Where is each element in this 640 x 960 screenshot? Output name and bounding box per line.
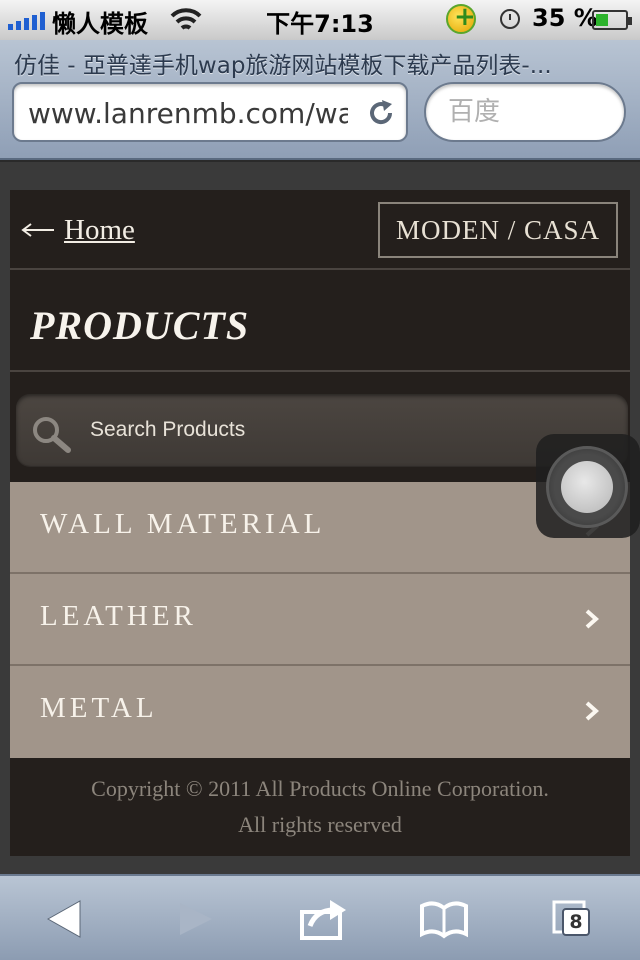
search-icon xyxy=(33,417,71,453)
arrow-left-icon xyxy=(21,223,54,237)
category-label: METAL xyxy=(40,692,158,724)
bookmarks-icon[interactable] xyxy=(416,896,472,942)
title-bar: PRODUCTS xyxy=(10,272,630,372)
address-bar[interactable]: www.lanrenmb.com/wap xyxy=(12,82,408,142)
browser-page-title: 仿佳 - 亞普達手机wap旅游网站模板下载产品列表-... xyxy=(14,53,552,78)
category-item-leather[interactable]: LEATHER xyxy=(10,574,630,666)
assistive-touch-button[interactable] xyxy=(536,434,640,538)
browser-toolbar: 8 xyxy=(0,874,640,960)
category-label: LEATHER xyxy=(40,600,197,632)
browser-chrome: 仿佳 - 亞普達手机wap旅游网站模板下载产品列表-... www.lanren… xyxy=(0,40,640,160)
back-arrow-icon[interactable] xyxy=(38,896,94,942)
page-title: PRODUCTS xyxy=(30,303,250,348)
category-label: WALL MATERIAL xyxy=(40,508,326,540)
brand-logo: MODEN / CASA xyxy=(378,202,618,258)
status-bar: 懒人模板 下午7:13 35 % xyxy=(0,0,640,40)
home-link-label: Home xyxy=(64,213,135,246)
site-header: Home MODEN / CASA xyxy=(10,190,630,270)
assistive-touch-knob xyxy=(561,461,613,513)
browser-search-field[interactable] xyxy=(424,82,626,142)
alarm-clock-icon xyxy=(500,9,520,29)
battery-percent: 35 % xyxy=(532,4,598,32)
carrier-name: 懒人模板 xyxy=(52,10,148,38)
battery-icon xyxy=(592,10,632,30)
web-content: Home MODEN / CASA PRODUCTS WALL MATERIAL… xyxy=(0,162,640,874)
copyright-text: Copyright © 2011 All Products Online Cor… xyxy=(91,776,549,801)
assistive-touch-ring xyxy=(546,446,628,528)
category-item-metal[interactable]: METAL xyxy=(10,666,630,758)
chevron-right-icon xyxy=(585,701,600,721)
rights-text: All rights reserved xyxy=(238,812,402,837)
app-notification-icon xyxy=(446,2,476,34)
tab-count-badge: 8 xyxy=(562,908,590,936)
wifi-icon xyxy=(170,8,202,30)
chevron-right-icon xyxy=(585,609,600,629)
home-link[interactable]: Home xyxy=(20,210,135,250)
site-footer: Copyright © 2011 All Products Online Cor… xyxy=(10,758,630,856)
reload-icon[interactable] xyxy=(366,98,396,128)
share-icon[interactable] xyxy=(296,896,352,942)
browser-search-input[interactable] xyxy=(448,94,608,130)
tabs-button[interactable]: 8 xyxy=(548,896,604,942)
signal-strength-icon xyxy=(8,10,45,30)
url-text[interactable]: www.lanrenmb.com/wap xyxy=(28,97,348,130)
forward-arrow-icon[interactable] xyxy=(166,896,222,942)
product-search-input[interactable] xyxy=(90,410,590,450)
